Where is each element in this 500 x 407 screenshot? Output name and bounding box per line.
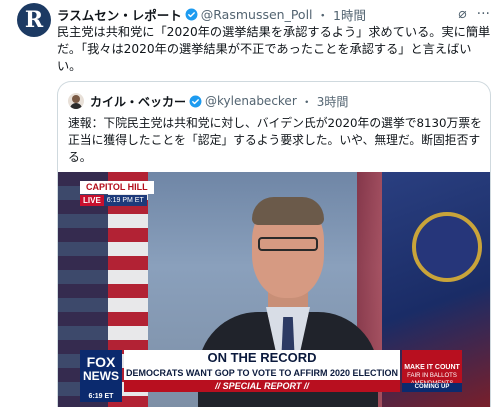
avatar-letter: R [24, 7, 44, 33]
video-player[interactable]: CAPITOL HILL LIVE 6:19 PM ET FOX NEWS 6:… [58, 172, 490, 407]
location-tag: CAPITOL HILL [80, 181, 154, 194]
verified-badge-icon [185, 8, 198, 20]
tweet-text: 民主党は共和党に「2020年の選挙結果を承認するよう」求めている。実に簡単だ。「… [57, 25, 491, 73]
author-name[interactable]: ラスムセン・レポート [57, 5, 182, 24]
quoted-tweet-header: カイル・ベッカー @kylenabecker ・ 3時間 [68, 92, 348, 110]
grok-icon[interactable]: ⌀ [458, 7, 466, 21]
quoted-tweet-text: 速報：下院民主党は共和党に対し、バイデン氏が2020年の選挙で8130万票を正当… [68, 116, 482, 164]
guest-glasses [258, 237, 318, 251]
quoted-author-name: カイル・ベッカー [90, 94, 187, 109]
author-avatar[interactable]: R [17, 3, 51, 37]
tweet-time[interactable]: 1時間 [333, 5, 366, 24]
author-handle[interactable]: @Rasmussen_Poll [201, 7, 313, 22]
seal-emblem [412, 212, 482, 282]
segment-title: ON THE RECORD [124, 350, 400, 366]
quoted-tweet-time: 3時間 [316, 94, 349, 109]
promo-box: MAKE IT COUNT FAIR IN BALLOTS AMENDMENTS… [402, 350, 462, 392]
fox-news-logo: FOX NEWS 6:19 ET [80, 350, 122, 402]
live-indicator: LIVE 6:19 PM ET [80, 195, 147, 206]
promo-title: MAKE IT COUNT [404, 364, 460, 371]
quoted-tweet[interactable]: カイル・ベッカー @kylenabecker ・ 3時間 速報：下院民主党は共和… [57, 81, 491, 407]
live-time: 6:19 PM ET [103, 195, 147, 206]
more-options-icon[interactable]: ··· [477, 7, 490, 21]
quoted-author-handle: @kylenabecker [205, 94, 297, 108]
quoted-author-avatar[interactable] [68, 93, 84, 109]
separator-dot: ・ [300, 94, 313, 109]
lower-third: FOX NEWS 6:19 ET ON THE RECORD DEMOCRATS… [58, 350, 490, 407]
network-line2: NEWS [83, 369, 119, 383]
guest-hair [252, 197, 324, 225]
verified-badge-icon [189, 95, 202, 107]
chyron-headline: DEMOCRATS WANT GOP TO VOTE TO AFFIRM 202… [124, 366, 400, 380]
network-time: 6:19 ET [80, 392, 122, 402]
promo-coming-up: COMING UP [402, 383, 462, 392]
tweet[interactable]: R ラスムセン・レポート @Rasmussen_Poll ・ 1時間 ⌀ ···… [0, 0, 500, 407]
header-actions: ⌀ ··· [458, 4, 490, 24]
tweet-header: ラスムセン・レポート @Rasmussen_Poll ・ 1時間 ⌀ ··· [57, 4, 490, 24]
special-report-banner: // SPECIAL REPORT // [124, 380, 400, 392]
network-line1: FOX [86, 354, 116, 370]
live-badge: LIVE [80, 195, 104, 206]
separator-dot: ・ [316, 7, 330, 23]
